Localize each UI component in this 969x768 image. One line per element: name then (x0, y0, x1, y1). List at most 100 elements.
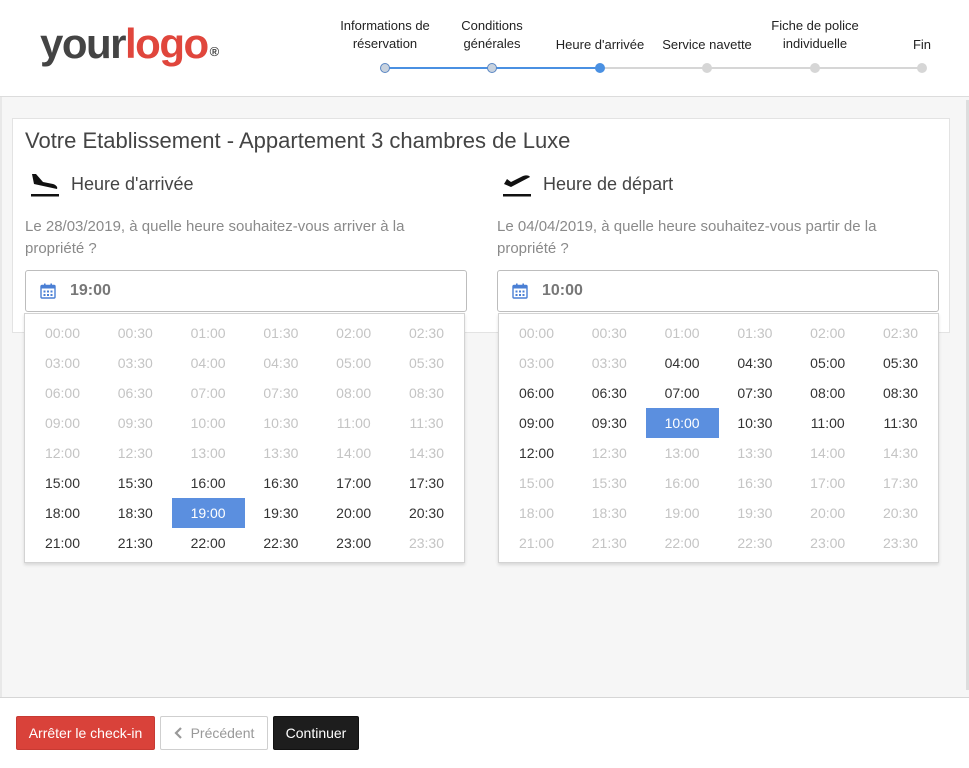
arrival-time-input[interactable]: 19:00 (25, 270, 467, 312)
departure-time-option[interactable]: 09:00 (500, 408, 573, 438)
departure-time-option[interactable]: 05:30 (864, 348, 937, 378)
arrival-time-option: 04:00 (190, 355, 226, 371)
continue-button[interactable]: Continuer (273, 716, 359, 750)
departure-time-option: 16:00 (664, 475, 700, 491)
arrival-time-option[interactable]: 18:30 (99, 498, 172, 528)
arrival-time-option[interactable]: 23:00 (317, 528, 390, 558)
arrival-time-option[interactable]: 20:30 (390, 498, 463, 528)
arrival-time-option[interactable]: 22:00 (172, 528, 245, 558)
arrival-time-option: 13:30 (263, 445, 299, 461)
departure-heading-label: Heure de départ (543, 173, 674, 194)
departure-time-option[interactable]: 10:00 (645, 408, 719, 438)
arrival-question: Le 28/03/2019, à quelle heure souhaitez-… (25, 218, 405, 257)
arrival-time-option[interactable]: 21:00 (26, 528, 99, 558)
arrival-time-option[interactable]: 16:30 (244, 468, 317, 498)
departure-time-input[interactable]: 10:00 (497, 270, 939, 312)
arrival-time-option: 05:00 (336, 355, 372, 371)
arrival-time-option[interactable]: 20:00 (317, 498, 390, 528)
arrival-time-picker: 00:00 00:30 01:00 01:30 02:00 02:30 03:00 03:30… (24, 313, 465, 563)
departure-time-option: 00:00 (518, 325, 555, 341)
step-label-shuttle: Service navette (662, 37, 752, 52)
departure-time-option: 03:00 (518, 355, 555, 371)
departure-time-option: 15:00 (518, 475, 555, 491)
departure-time-option: 14:00 (810, 445, 846, 461)
step-dot-6 (917, 63, 927, 73)
logo-registered-mark: ® (209, 44, 220, 59)
departure-time-option: 03:30 (591, 355, 627, 371)
departure-time-option: 23:00 (810, 535, 846, 551)
departure-time-option[interactable]: 10:30 (718, 408, 791, 438)
arrival-time-option: 14:00 (336, 445, 372, 461)
departure-time-option[interactable]: 04:30 (718, 348, 791, 378)
step-label-police-form: Fiche de police individuelle (771, 18, 859, 51)
step-dot-3 (595, 63, 605, 73)
logo: yourlogo ® (40, 18, 219, 70)
arrival-time-option[interactable]: 19:30 (244, 498, 317, 528)
arrival-time-option[interactable]: 15:00 (26, 468, 99, 498)
departure-time-option: 21:00 (518, 535, 555, 551)
arrival-time-option[interactable]: 16:00 (172, 468, 245, 498)
departure-time-option: 18:30 (591, 505, 627, 521)
arrival-time-option: 03:30 (117, 355, 153, 371)
arrival-time-option: 01:00 (190, 325, 226, 341)
arrival-time-option[interactable]: 17:30 (390, 468, 463, 498)
departure-time-option: 23:30 (882, 535, 919, 551)
step-dot-4 (702, 63, 712, 73)
departure-time-option: 01:00 (664, 325, 700, 341)
arrival-time-option: 05:30 (408, 355, 445, 371)
arrival-time-option: 06:00 (44, 385, 81, 401)
calendar-icon (40, 283, 56, 299)
chevron-left-icon (174, 727, 182, 739)
departure-time-option[interactable]: 11:00 (791, 408, 864, 438)
arrival-time-option[interactable]: 15:30 (99, 468, 172, 498)
departure-time-option[interactable]: 09:30 (573, 408, 646, 438)
departure-time-option[interactable]: 07:30 (718, 378, 791, 408)
stepper-line-todo (600, 67, 922, 69)
arrival-time-option[interactable]: 21:30 (99, 528, 172, 558)
departure-time-option: 17:00 (810, 475, 846, 491)
arrival-time-option: 00:30 (117, 325, 153, 341)
arrival-time-option: 12:00 (44, 445, 81, 461)
departure-time-option: 01:30 (737, 325, 773, 341)
plane-landing-icon (31, 174, 59, 197)
departure-time-option: 14:30 (882, 445, 919, 461)
stop-checkin-button[interactable]: Arrêter le check-in (16, 716, 155, 750)
arrival-time-option: 02:00 (336, 325, 372, 341)
departure-time-option[interactable]: 08:30 (864, 378, 937, 408)
step-label-end: Fin (912, 37, 932, 52)
departure-time-option[interactable]: 05:00 (791, 348, 864, 378)
previous-button-label: Précédent (190, 725, 255, 741)
arrival-time-option: 01:30 (263, 325, 299, 341)
arrival-time-option: 03:00 (44, 355, 81, 371)
departure-time-value: 10:00 (542, 282, 583, 299)
page-title: Votre Etablissement - Appartement 3 cham… (25, 128, 571, 153)
arrival-time-option: 14:30 (408, 445, 445, 461)
calendar-icon (512, 283, 528, 299)
departure-time-picker: 00:00 00:30 01:00 01:30 02:00 02:30 03:00 03:30… (498, 313, 939, 563)
arrival-time-option[interactable]: 17:00 (317, 468, 390, 498)
departure-time-option: 19:00 (664, 505, 700, 521)
departure-time-option[interactable]: 12:00 (500, 438, 573, 468)
departure-time-option[interactable]: 07:00 (646, 378, 719, 408)
step-dot-2 (487, 63, 497, 73)
departure-time-option: 19:30 (737, 505, 773, 521)
departure-time-option[interactable]: 08:00 (791, 378, 864, 408)
departure-time-option[interactable]: 06:00 (500, 378, 573, 408)
arrival-time-option[interactable]: 18:00 (26, 498, 99, 528)
arrival-time-option: 10:30 (263, 415, 299, 431)
arrival-time-option: 02:30 (408, 325, 445, 341)
arrival-time-option: 11:00 (336, 415, 371, 431)
logo-text-your: your (40, 20, 127, 67)
arrival-time-option: 04:30 (263, 355, 299, 371)
arrival-time-option: 06:30 (117, 385, 153, 401)
footer: Arrêter le check-in Précédent Continuer (0, 697, 969, 768)
previous-button[interactable]: Précédent (160, 716, 268, 750)
arrival-time-option[interactable]: 19:00 (171, 498, 245, 528)
arrival-time-option[interactable]: 22:30 (244, 528, 317, 558)
departure-time-option[interactable]: 11:30 (864, 408, 937, 438)
departure-time-option: 16:30 (737, 475, 773, 491)
departure-time-option[interactable]: 06:30 (573, 378, 646, 408)
departure-time-option: 02:30 (882, 325, 919, 341)
departure-time-option[interactable]: 04:00 (646, 348, 719, 378)
step-label-reservation: Informations de réservation (340, 18, 430, 51)
